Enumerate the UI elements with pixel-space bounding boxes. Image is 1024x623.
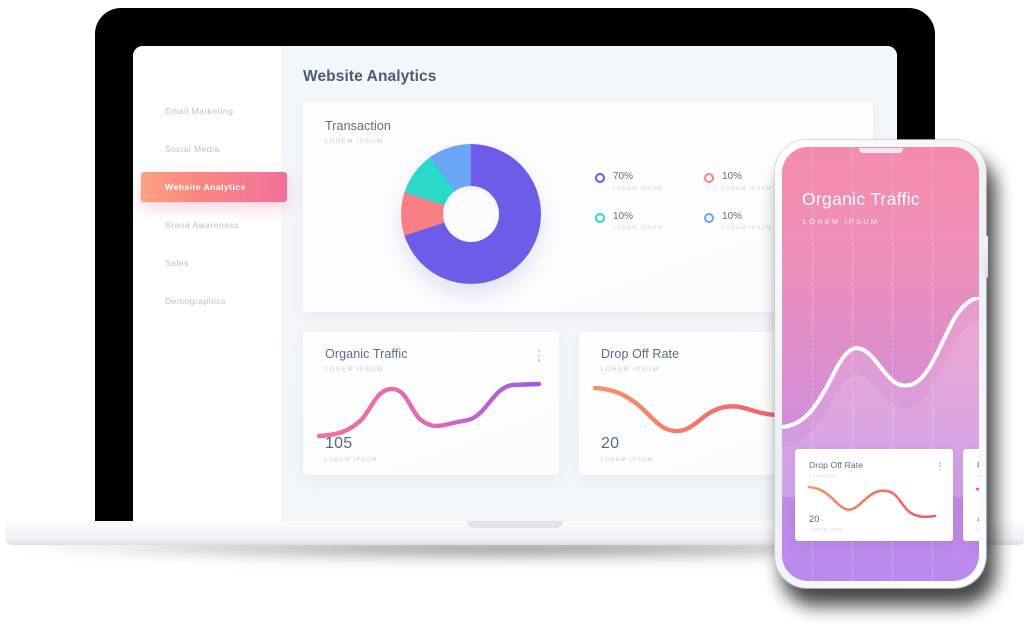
phone-cards-row: Drop Off Rate Lorem Ips 20 LOREM IPSU xyxy=(795,449,979,541)
legend-circle-icon xyxy=(704,212,714,223)
sidebar-item-sales[interactable]: Sales xyxy=(133,248,281,278)
legend-value: 70% xyxy=(613,171,634,182)
phone-next-card[interactable]: R Lo 4 LO xyxy=(963,449,979,541)
phone-drop-off-rate-card[interactable]: Drop Off Rate Lorem Ips 20 LOREM IPSU xyxy=(795,449,953,541)
phone-mockup: Organic Traffic LOREM IPSUM Drop Off Rat… xyxy=(775,140,996,606)
legend-circle-icon xyxy=(595,173,605,183)
laptop-base-notch xyxy=(467,521,563,528)
phone-sparkline xyxy=(807,485,937,519)
drop-off-rate-value: 20 xyxy=(601,435,620,452)
sidebar-item-demographics[interactable]: Demographics xyxy=(133,286,281,316)
sidebar-item-label: Sales xyxy=(165,258,189,268)
sidebar-item-email-marketing[interactable]: Email Marketing xyxy=(133,96,281,126)
sidebar-item-label: Email Marketing xyxy=(165,106,234,116)
legend-sublabel: LOREM IPSUM xyxy=(613,225,663,231)
sidebar-item-brand-awareness[interactable]: Brand Awareness xyxy=(133,210,281,240)
organic-traffic-card: Organic Traffic LOREM IPSUM 105 LOREM IP… xyxy=(303,332,559,475)
legend-value: 10% xyxy=(722,210,743,222)
sidebar-item-label: Social Media xyxy=(165,144,220,154)
phone-page-title: Organic Traffic xyxy=(802,189,920,209)
sidebar-item-social-media[interactable]: Social Media xyxy=(133,134,281,164)
more-options-icon[interactable] xyxy=(538,350,541,364)
phone-card-subtitle: Lorem Ips xyxy=(809,473,837,478)
organic-traffic-value: 105 xyxy=(325,435,353,452)
organic-traffic-title: Organic Traffic xyxy=(325,347,408,361)
more-options-icon[interactable] xyxy=(939,462,941,472)
legend-sublabel: LOREM IPSUM xyxy=(722,225,772,231)
transaction-legend: 70% LOREM IPSUM 10% LOREM IPSUM 10% LORE… xyxy=(595,171,805,231)
legend-sublabel: LOREM IPSUM xyxy=(613,185,663,192)
organic-traffic-subtitle: LOREM IPSUM xyxy=(325,366,384,373)
legend-value: 10% xyxy=(613,210,634,222)
phone-page-subtitle: LOREM IPSUM xyxy=(803,217,880,226)
sidebar-item-label: Website Analytics xyxy=(165,182,246,192)
organic-traffic-value-sub: LOREM IPSUM xyxy=(325,457,378,463)
sidebar-item-website-analytics[interactable]: Website Analytics xyxy=(141,172,287,202)
legend-item[interactable]: 70% LOREM IPSUM xyxy=(595,171,696,192)
phone-frame: Organic Traffic LOREM IPSUM Drop Off Rat… xyxy=(775,140,988,588)
drop-off-rate-value-sub: LOREM IPSUM xyxy=(601,457,654,463)
legend-circle-icon xyxy=(704,173,714,183)
page-title: Website Analytics xyxy=(303,68,437,85)
phone-card-value-sub: LOREM IPSU xyxy=(809,527,844,532)
legend-sublabel: LOREM IPSUM xyxy=(722,185,772,192)
phone-card-value: 4 xyxy=(977,513,979,524)
sidebar-item-label: Brand Awareness xyxy=(165,220,239,230)
legend-item[interactable]: 10% LOREM IPSUM xyxy=(595,210,696,231)
donut-hole xyxy=(443,186,499,242)
phone-speaker-icon xyxy=(858,148,903,153)
sidebar-nav: Email Marketing Social Media Website Ana… xyxy=(133,46,287,521)
phone-side-button[interactable] xyxy=(985,236,988,278)
screenshot-canvas: Email Marketing Social Media Website Ana… xyxy=(0,0,1024,623)
transaction-card-title: Transaction xyxy=(325,119,391,133)
phone-card-value: 20 xyxy=(809,513,820,524)
sidebar-item-label: Demographics xyxy=(165,296,226,306)
transaction-donut-chart xyxy=(401,144,541,284)
phone-card-title: Drop Off Rate xyxy=(809,460,864,470)
phone-card-value-sub: LO xyxy=(977,527,979,532)
phone-screen: Organic Traffic LOREM IPSUM Drop Off Rat… xyxy=(782,147,979,581)
legend-value: 10% xyxy=(722,171,743,182)
phone-card-title: R xyxy=(977,460,979,470)
phone-card-subtitle: Lo xyxy=(977,473,979,478)
legend-circle-icon xyxy=(595,212,605,223)
